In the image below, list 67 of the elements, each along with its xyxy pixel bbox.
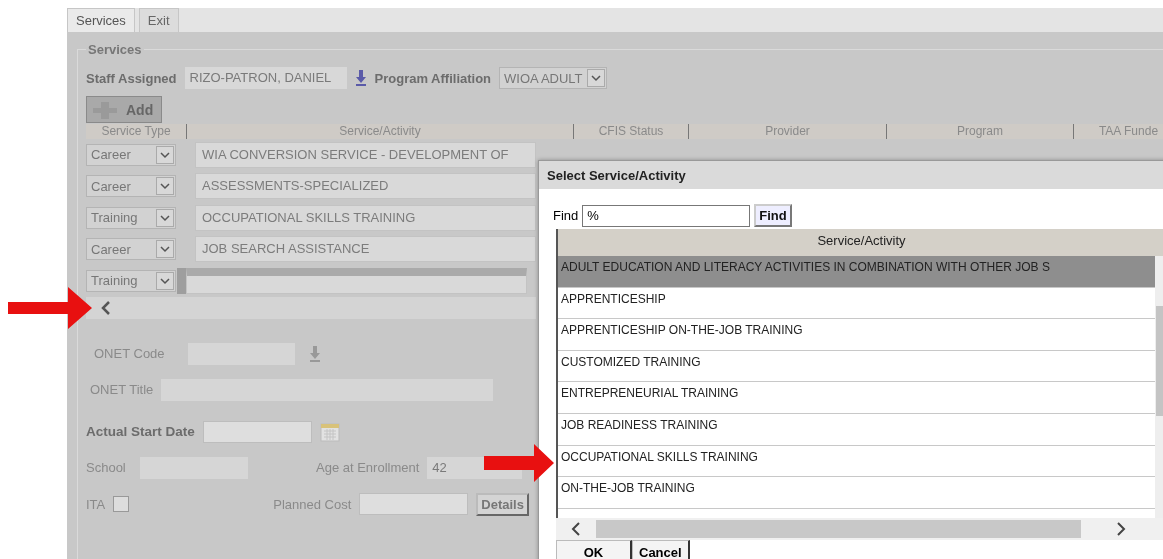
caret-icon[interactable]: [160, 213, 170, 222]
service-type-select[interactable]: Career: [86, 175, 176, 198]
pointer-arrow: [484, 444, 554, 482]
dialog-title: Select Service/Activity: [539, 161, 1163, 189]
field-label: Actual Start Date: [86, 424, 195, 439]
dialog-button[interactable]: OK: [556, 540, 632, 559]
field-label: ITA: [86, 496, 106, 512]
section-title: Services: [87, 42, 143, 57]
caret-icon[interactable]: [160, 150, 170, 159]
service-activity-field[interactable]: [186, 267, 527, 294]
list-item[interactable]: ENTREPRENEURIAL TRAINING: [558, 382, 1155, 414]
chevron-right-icon[interactable]: [1116, 522, 1126, 536]
tab[interactable]: Services: [67, 8, 135, 32]
tab[interactable]: Exit: [138, 8, 179, 32]
column-header: Service/Activity: [558, 229, 1163, 256]
calendar-icon[interactable]: [319, 421, 340, 442]
service-type-select[interactable]: Career: [86, 143, 176, 166]
ita-checkbox[interactable]: [113, 496, 130, 512]
field-label: Planned Cost: [273, 496, 352, 512]
planned-cost-field[interactable]: [359, 493, 469, 515]
field-label: Program Affiliation: [374, 70, 492, 86]
add-button[interactable]: Add: [86, 96, 162, 123]
staff-field[interactable]: RIZO-PATRON, DANIEL: [184, 67, 347, 89]
horizontal-scrollbar[interactable]: [86, 296, 536, 319]
column-header: Program: [886, 124, 1073, 139]
dialog-button[interactable]: Cancel: [632, 540, 690, 559]
find-label: Find: [553, 208, 579, 223]
find-button[interactable]: Find: [754, 204, 792, 227]
download-icon[interactable]: [309, 345, 321, 362]
field-label: ONET Title: [90, 382, 154, 397]
field-label: Staff Assigned: [86, 70, 177, 86]
service-type-select[interactable]: Training: [86, 269, 176, 292]
selected-row-marker: [177, 267, 186, 294]
list-item[interactable]: CUSTOMIZED TRAINING: [558, 350, 1155, 383]
service-activity-field[interactable]: OCCUPATIONAL SKILLS TRAINING: [195, 204, 536, 231]
details-button[interactable]: Details: [476, 492, 529, 516]
caret-icon[interactable]: [590, 74, 601, 82]
list-item[interactable]: APPRENTICESHIP ON-THE-JOB TRAINING: [558, 319, 1155, 351]
caret-icon[interactable]: [160, 276, 170, 285]
list-item[interactable]: APPRENTICESHIP: [558, 287, 1155, 320]
program-select[interactable]: WIOA ADULT: [499, 67, 607, 89]
column-header: Provider: [688, 124, 886, 139]
service-activity-field[interactable]: ASSESSMENTS-SPECIALIZED: [195, 173, 536, 200]
service-type-select[interactable]: Career: [86, 238, 176, 261]
list-item[interactable]: ADULT EDUCATION AND LITERACY ACTIVITIES IN COMBINATION WITH OTHER JOB S: [558, 256, 1155, 288]
horizontal-scrollbar[interactable]: [556, 518, 1163, 540]
date-field[interactable]: [202, 420, 312, 443]
download-icon[interactable]: [354, 70, 367, 86]
column-header: Service/Activity: [186, 124, 573, 139]
service-activity-field[interactable]: WIA CONVERSION SERVICE - DEVELOPMENT OF: [195, 141, 536, 168]
list-item[interactable]: JOB READINESS TRAINING: [558, 413, 1155, 446]
list-item[interactable]: ON-THE-JOB TRAINING: [558, 477, 1155, 509]
field-label: Age at Enrollment: [316, 460, 420, 475]
caret-icon[interactable]: [160, 182, 170, 191]
field-label: School: [86, 460, 127, 475]
column-header: Service Type: [100, 124, 172, 139]
chevron-left-icon[interactable]: [101, 300, 111, 315]
find-field[interactable]: %: [582, 204, 751, 227]
list-item[interactable]: OCCUPATIONAL SKILLS TRAINING: [558, 445, 1155, 478]
field-label: ONET Code: [94, 346, 166, 361]
column-header: TAA Funde: [1073, 124, 1163, 139]
caret-icon[interactable]: [160, 245, 170, 254]
column-header: CFIS Status: [573, 124, 688, 139]
chevron-left-icon[interactable]: [571, 522, 581, 536]
vertical-scrollbar[interactable]: [1155, 256, 1163, 518]
service-activity-field[interactable]: JOB SEARCH ASSISTANCE: [195, 236, 536, 263]
service-type-select[interactable]: Training: [86, 206, 176, 229]
